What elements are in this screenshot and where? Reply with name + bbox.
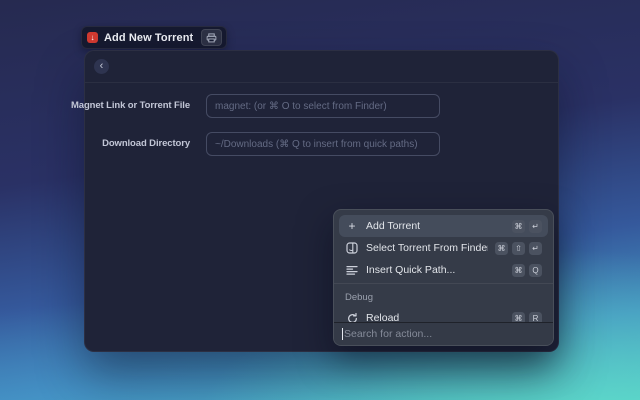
action-search-bar bbox=[334, 322, 553, 345]
shortcut-keys: ⌘ ↵ bbox=[512, 220, 542, 233]
action-search-input[interactable] bbox=[344, 328, 545, 340]
printer-icon-button[interactable] bbox=[201, 29, 222, 46]
list-icon bbox=[345, 265, 359, 276]
shortcut-keys: ⌘ Q bbox=[512, 264, 542, 277]
plus-icon: + bbox=[345, 220, 359, 232]
desktop-background: ↓ Add New Torrent ‹ Magnet Link or Torre… bbox=[0, 0, 640, 400]
download-directory-input[interactable] bbox=[206, 132, 440, 156]
key-cmd: ⌘ bbox=[512, 220, 525, 233]
action-item-label: Insert Quick Path... bbox=[366, 264, 505, 276]
key-return: ↵ bbox=[529, 242, 542, 255]
window-header: ‹ bbox=[85, 51, 558, 83]
command-tab-title: Add New Torrent bbox=[104, 32, 193, 44]
debug-section-label: Debug bbox=[339, 284, 548, 307]
printer-icon bbox=[206, 33, 217, 43]
finder-icon bbox=[345, 242, 359, 254]
action-item-select-torrent-from-finder[interactable]: Select Torrent From Finder... ⌘ ⇧ ↵ bbox=[339, 237, 548, 259]
download-directory-label: Download Directory bbox=[102, 132, 190, 156]
action-menu-list: + Add Torrent ⌘ ↵ Select Torrent From Fi… bbox=[334, 210, 553, 329]
action-item-add-torrent[interactable]: + Add Torrent ⌘ ↵ bbox=[339, 215, 548, 237]
text-caret bbox=[342, 328, 343, 340]
action-item-label: Add Torrent bbox=[366, 220, 505, 232]
key-shift: ⇧ bbox=[512, 242, 525, 255]
action-menu-panel: + Add Torrent ⌘ ↵ Select Torrent From Fi… bbox=[333, 209, 554, 346]
command-tab: ↓ Add New Torrent bbox=[81, 26, 227, 49]
action-item-insert-quick-path[interactable]: Insert Quick Path... ⌘ Q bbox=[339, 259, 548, 281]
action-item-label: Select Torrent From Finder... bbox=[366, 242, 488, 254]
shortcut-keys: ⌘ ⇧ ↵ bbox=[495, 242, 542, 255]
key-return: ↵ bbox=[529, 220, 542, 233]
key-cmd: ⌘ bbox=[495, 242, 508, 255]
magnet-link-input[interactable] bbox=[206, 94, 440, 118]
key-cmd: ⌘ bbox=[512, 264, 525, 277]
back-button[interactable]: ‹ bbox=[94, 59, 109, 74]
torrent-app-icon: ↓ bbox=[87, 32, 98, 43]
magnet-link-label: Magnet Link or Torrent File bbox=[71, 94, 190, 118]
key-q: Q bbox=[529, 264, 542, 277]
